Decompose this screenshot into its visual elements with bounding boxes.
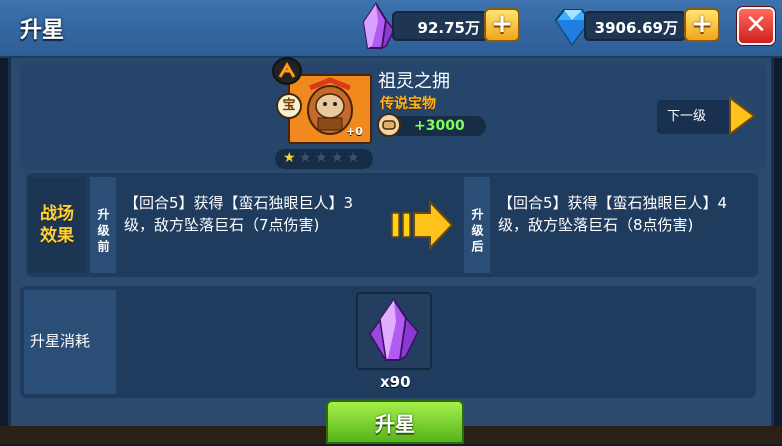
after-effect-text: 【回合5】获得【蛮石独眼巨人】4级，敌方坠落巨石（8点伤害) [498, 194, 728, 234]
treasure-badge: 宝 [276, 93, 302, 119]
star-empty-icon: ★ [315, 150, 328, 166]
item-rarity: 传说宝物 [380, 96, 436, 112]
crystal-amount: 92.75万 [392, 11, 488, 41]
effect-title: 战场效果 [40, 204, 74, 246]
before-effect-text: 【回合5】获得【蛮石独眼巨人】3级，敌方坠落巨石（7点伤害) [124, 194, 354, 234]
fist-power-icon [377, 113, 401, 137]
page-title: 升星 [20, 18, 65, 43]
power-value: +3000 [414, 118, 465, 134]
next-level-button[interactable]: 下一级 [657, 100, 733, 134]
crystal-cost-icon [369, 298, 419, 362]
after-upgrade-tag: 升级后 [464, 177, 490, 273]
star-filled-icon: ★ [283, 150, 296, 166]
cost-item-slot[interactable] [356, 292, 432, 370]
category-emblem-icon [272, 57, 302, 85]
add-crystal-button[interactable]: + [484, 8, 520, 42]
star-empty-icon: ★ [347, 150, 360, 166]
item-name: 祖灵之拥 [378, 71, 450, 92]
next-level-label: 下一级 [667, 109, 707, 124]
upgrade-star-button[interactable]: 升星 [326, 400, 464, 444]
add-diamond-button[interactable]: + [684, 8, 720, 42]
cost-label: 升星消耗 [30, 332, 91, 350]
star-rating: ★ ★ ★ ★ ★ [275, 149, 373, 169]
star-empty-icon: ★ [299, 150, 312, 166]
item-level: +0 [346, 125, 363, 138]
diamond-amount: 3906.69万 [584, 11, 686, 41]
cost-count: x90 [380, 373, 411, 391]
chevron-right-icon[interactable] [726, 96, 758, 136]
before-upgrade-tag: 升级前 [90, 177, 116, 273]
crystal-currency-icon [362, 2, 395, 50]
upgrade-arrow-icon [391, 199, 454, 251]
close-button[interactable]: ✕ [737, 7, 775, 45]
star-empty-icon: ★ [331, 150, 344, 166]
